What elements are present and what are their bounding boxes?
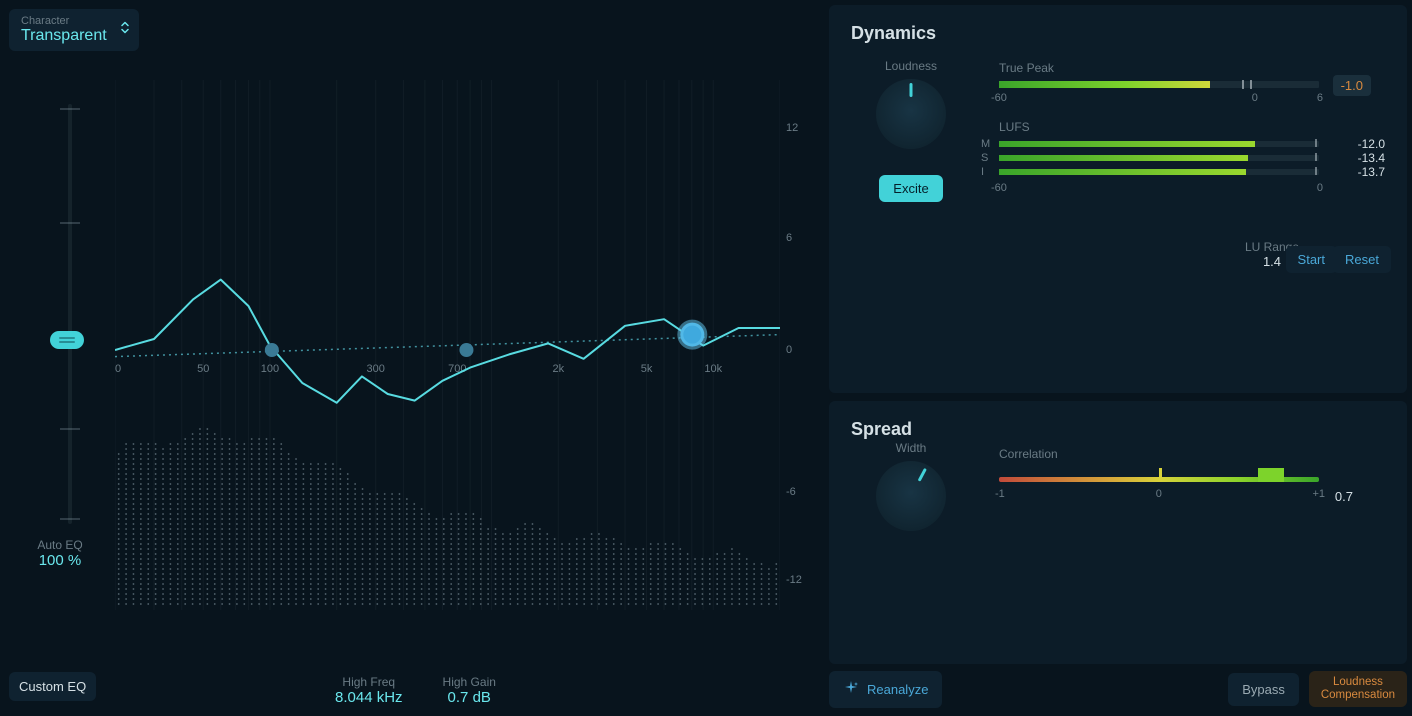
true-peak-value[interactable]: -1.0	[1333, 75, 1371, 96]
lufs-row-S: S-13.4	[999, 154, 1385, 161]
lufs-value: -12.0	[1358, 137, 1385, 151]
lufs-row-I: I-13.7	[999, 168, 1385, 175]
corr-scale-neg: -1	[995, 488, 1005, 500]
loudness-label: Loudness	[851, 59, 971, 73]
eq-readout-group: High Freq 8.044 kHz High Gain 0.7 dB	[335, 675, 496, 706]
high-gain-value: 0.7 dB	[443, 689, 496, 706]
eq-node[interactable]	[265, 343, 279, 357]
lufs-channel-label: I	[981, 166, 984, 178]
reset-button[interactable]: Reset	[1333, 246, 1391, 273]
true-peak-meter: -1.0	[999, 81, 1319, 88]
svg-text:100: 100	[261, 363, 279, 375]
high-freq-readout[interactable]: High Freq 8.044 kHz	[335, 675, 403, 706]
high-gain-readout[interactable]: High Gain 0.7 dB	[443, 675, 496, 706]
lufs-value: -13.4	[1358, 151, 1385, 165]
corr-scale-zero: 0	[1156, 488, 1162, 500]
bottom-toolbar: Reanalyze Bypass LoudnessCompensation	[829, 668, 1407, 710]
high-freq-value: 8.044 kHz	[335, 689, 403, 706]
excite-button[interactable]: Excite	[879, 175, 942, 202]
auto-eq-label: Auto EQ	[20, 538, 100, 552]
high-gain-label: High Gain	[443, 675, 496, 689]
spread-title: Spread	[851, 419, 1385, 440]
auto-eq-tick	[60, 428, 80, 430]
width-knob[interactable]	[876, 461, 946, 531]
correlation-value: 0.7	[1335, 489, 1353, 504]
auto-eq-value: 100 %	[20, 552, 100, 569]
tp-scale-max: 6	[1317, 92, 1323, 104]
correlation-label: Correlation	[999, 447, 1385, 461]
character-selector[interactable]: Character Transparent	[9, 9, 139, 51]
reanalyze-label: Reanalyze	[867, 682, 928, 697]
eq-node[interactable]	[459, 343, 473, 357]
character-value: Transparent	[21, 27, 107, 45]
lufs-row-M: M-12.0	[999, 140, 1385, 147]
auto-eq-tick	[60, 222, 80, 224]
true-peak-label: True Peak	[999, 61, 1385, 75]
custom-eq-button[interactable]: Custom EQ	[9, 672, 96, 701]
auto-eq-slider-handle[interactable]	[50, 331, 84, 349]
lufs-value: -13.7	[1358, 165, 1385, 179]
svg-text:20: 20	[115, 363, 121, 375]
dynamics-panel: Dynamics Loudness Excite True Peak -1.0 …	[829, 5, 1407, 393]
auto-eq-tick	[60, 108, 80, 110]
lufs-channel-label: M	[981, 138, 990, 150]
auto-eq-readout: Auto EQ 100 %	[20, 538, 100, 569]
high-freq-label: High Freq	[335, 675, 403, 689]
correlation-meter: 0.7	[999, 477, 1319, 482]
eq-ytick: 6	[786, 232, 808, 244]
eq-ytick: -6	[786, 486, 808, 498]
eq-node[interactable]	[680, 323, 704, 347]
lufs-scale-min: -60	[991, 182, 1007, 194]
reanalyze-button[interactable]: Reanalyze	[829, 671, 942, 708]
eq-ytick: 12	[786, 122, 808, 134]
loudness-knob[interactable]	[876, 79, 946, 149]
loudness-control: Loudness Excite	[851, 59, 971, 202]
chevron-updown-icon	[119, 20, 131, 41]
eq-ytick: 0	[786, 344, 808, 356]
width-label: Width	[851, 441, 971, 455]
svg-text:50: 50	[197, 363, 209, 375]
tp-scale-zero: 0	[1252, 92, 1258, 104]
corr-scale-pos: +1	[1312, 488, 1325, 500]
tp-scale-min: -60	[991, 92, 1007, 104]
character-label: Character	[21, 15, 107, 27]
dynamics-title: Dynamics	[851, 23, 1385, 44]
start-button[interactable]: Start	[1286, 246, 1337, 273]
svg-text:10k: 10k	[704, 363, 722, 375]
eq-plot[interactable]: 20501003007002k5k10k 12 6 0 -6 -12	[115, 80, 780, 610]
loudness-compensation-button[interactable]: LoudnessCompensation	[1309, 671, 1407, 706]
lufs-label: LUFS	[999, 120, 1385, 134]
eq-ytick: -12	[786, 574, 808, 586]
lufs-scale-zero: 0	[1317, 182, 1323, 194]
lufs-channel-label: S	[981, 152, 988, 164]
width-control: Width	[851, 441, 971, 531]
svg-text:5k: 5k	[641, 363, 653, 375]
auto-eq-slider-track[interactable]	[68, 104, 72, 524]
auto-eq-tick	[60, 518, 80, 520]
svg-text:2k: 2k	[553, 363, 565, 375]
spread-panel: Spread Width Correlation 0.7 -1 0 +1	[829, 401, 1407, 664]
svg-text:300: 300	[367, 363, 385, 375]
bypass-button[interactable]: Bypass	[1228, 673, 1299, 706]
sparkle-icon	[843, 680, 859, 699]
